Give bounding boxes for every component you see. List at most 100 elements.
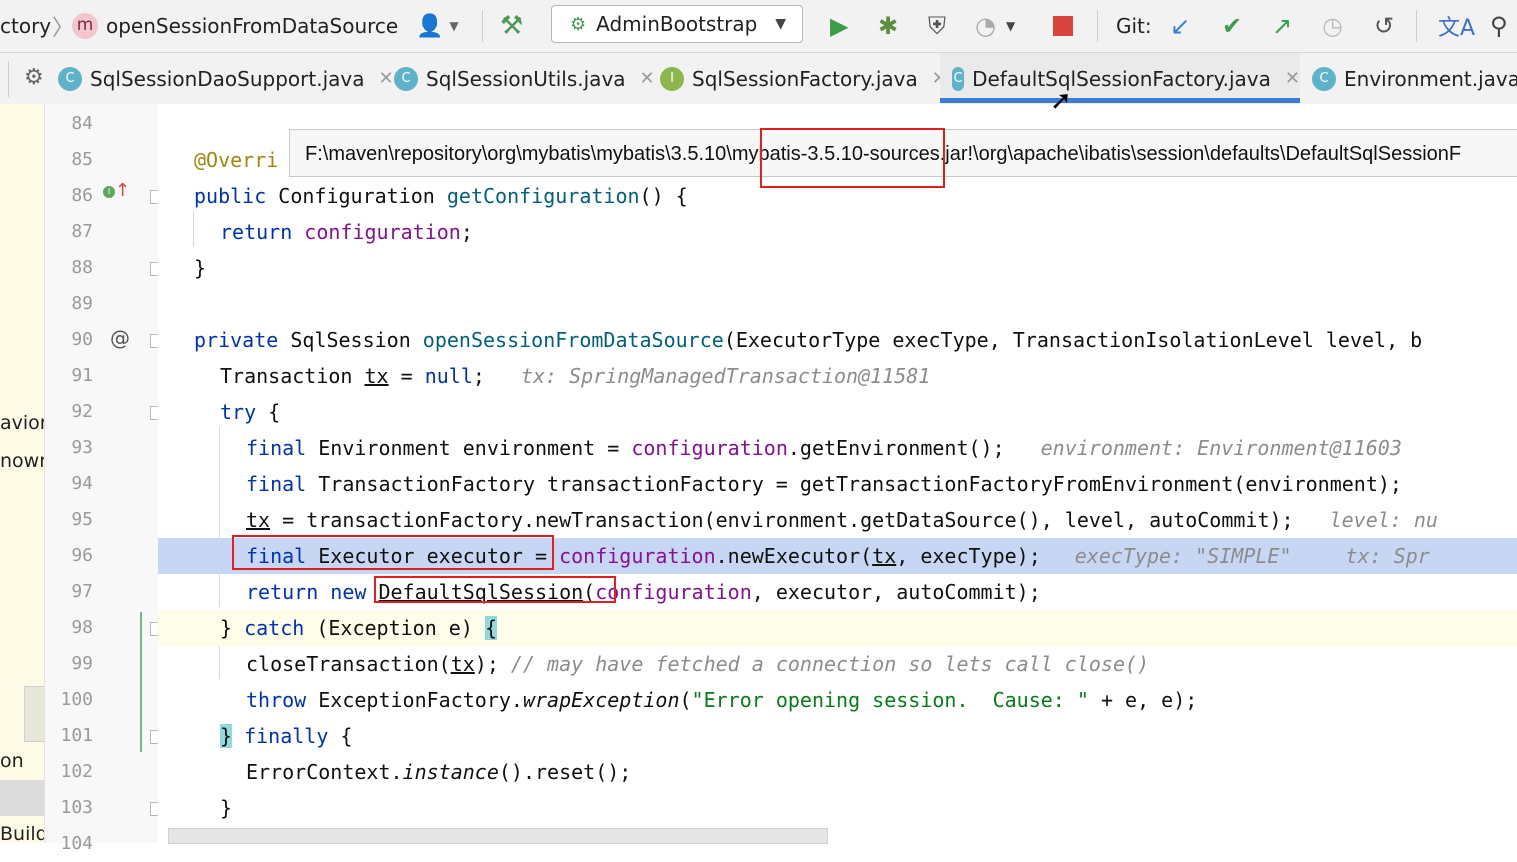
line-number: 95 [71, 509, 93, 530]
line-number: 93 [71, 437, 93, 458]
code-line-95: tx = transactionFactory.newTransaction(e… [158, 502, 1517, 538]
run-config-label: AdminBootstrap [596, 12, 758, 36]
translate-icon[interactable]: 文A [1438, 0, 1475, 52]
code-text: ErrorContext. [246, 760, 403, 784]
close-icon[interactable]: ✕ [1285, 68, 1300, 89]
line-number: 98 [71, 617, 93, 638]
line-number: 94 [71, 473, 93, 494]
code-text: } [220, 616, 245, 640]
overrides-arrow-icon[interactable]: ↑ [115, 180, 130, 201]
line-number: 92 [71, 401, 93, 422]
user-icon[interactable]: 👤 ▼ [416, 0, 459, 52]
string-literal: "Error opening session. Cause: " [691, 688, 1089, 712]
annotation: @Overri [194, 148, 279, 172]
tab-label: SqlSessionUtils.java [426, 66, 626, 91]
class-icon: C [58, 66, 82, 91]
line-number: 89 [71, 293, 93, 314]
debug-icon[interactable]: ✱ [878, 0, 898, 52]
line-number: 96 [71, 545, 93, 566]
line-number: 87 [71, 221, 93, 242]
annotation-box-executor [232, 535, 554, 570]
coverage-icon[interactable]: ⛨ [928, 0, 946, 52]
history-icon[interactable]: ◷ [1322, 0, 1343, 52]
code-text: ; [460, 220, 473, 244]
line-number: 88 [71, 257, 93, 278]
code-text: .newExecutor( [715, 544, 873, 568]
gear-icon[interactable]: ⚙ [24, 65, 44, 90]
keyword: return [220, 220, 305, 244]
comment: // may have fetched a connection so lets… [510, 652, 1150, 676]
code-line-93: final Environment environment = configur… [158, 430, 1517, 466]
keyword: private [194, 328, 291, 352]
mouse-pointer-icon: ➚ [1050, 86, 1072, 116]
toolbar-divider [482, 10, 483, 42]
keyword: null [424, 364, 473, 388]
active-tab-indicator [940, 98, 1300, 103]
code-text: , execType); [896, 544, 1041, 568]
method-name: openSessionFromDataSource [422, 328, 724, 352]
close-icon[interactable]: ✕ [640, 68, 655, 89]
recursive-call-icon[interactable]: @ [110, 326, 130, 350]
git-push-icon[interactable]: ↗ [1272, 0, 1292, 52]
variable: tx [450, 652, 475, 676]
code-line-90: private SqlSession openSessionFromDataSo… [158, 322, 1517, 358]
matched-brace: { [484, 616, 497, 640]
selected-tool-row[interactable] [0, 780, 44, 816]
field: configuration [631, 436, 788, 460]
keyword: final [246, 436, 319, 460]
code-line-103: } [158, 790, 1517, 826]
git-commit-icon[interactable]: ✔ [1222, 0, 1242, 52]
breadcrumb-separator: 〉 [52, 16, 75, 41]
vcs-change-marker [140, 612, 142, 752]
tab-label: SqlSessionFactory.java [692, 66, 918, 91]
tab-defaultsqlsessionfactory[interactable]: C DefaultSqlSessionFactory.java ✕ [940, 53, 1300, 104]
debug-inline-value: tx: Spr [1345, 544, 1430, 568]
debug-inline-value: environment: Environment@11603 [1040, 436, 1402, 460]
field: configuration [304, 220, 461, 244]
code-line-97: return new DefaultSqlSession(configurati… [158, 574, 1517, 610]
class-icon: C [394, 66, 418, 91]
tab-sqlsessionfactory[interactable]: I SqlSessionFactory.java ✕ [660, 53, 947, 104]
close-icon[interactable]: ✕ [378, 68, 393, 89]
tab-sqlsessiondaosupport[interactable]: C SqlSessionDaoSupport.java ✕ [58, 53, 394, 104]
side-scrollbar[interactable] [24, 686, 44, 742]
breadcrumb-method[interactable]: openSessionFromDataSource [106, 0, 398, 52]
tool-window-text: nowr [0, 450, 45, 472]
keyword: try [220, 400, 257, 424]
git-update-icon[interactable]: ↙ [1170, 0, 1190, 52]
line-number: 99 [71, 653, 93, 674]
search-icon[interactable]: ⚲ [1490, 0, 1508, 52]
code-text: = [388, 364, 425, 388]
horizontal-scrollbar[interactable] [168, 828, 828, 844]
implements-icon[interactable]: I [103, 186, 115, 198]
run-config-icon: ⚙ [570, 13, 587, 35]
tool-window-button-build[interactable]: Build [0, 823, 44, 843]
line-number: 86 [71, 185, 93, 206]
profile-icon[interactable]: ◔ ▼ [975, 0, 1015, 52]
field: configuration [595, 580, 752, 604]
interface-icon: I [660, 66, 684, 91]
code-editor[interactable]: @Overri public Configuration getConfigur… [158, 104, 1517, 843]
tab-sqlsessionutils[interactable]: C SqlSessionUtils.java ✕ [394, 53, 655, 104]
run-icon[interactable]: ▶ [830, 0, 848, 52]
build-hammer-icon[interactable]: ⚒ [500, 0, 523, 52]
keyword: throw [246, 688, 319, 712]
line-number: 91 [71, 365, 93, 386]
tab-environment[interactable]: C Environment.java [1312, 53, 1517, 104]
static-method: wrapException [522, 688, 680, 712]
code-text: closeTransaction( [246, 652, 451, 676]
code-text: (Exception e) [304, 616, 485, 640]
stop-icon[interactable] [1053, 0, 1073, 52]
line-number: 102 [60, 761, 93, 782]
tab-divider [8, 61, 9, 97]
static-method: instance [402, 760, 499, 784]
run-configuration-selector[interactable]: ⚙ AdminBootstrap ▼ [551, 5, 803, 43]
breadcrumb-class[interactable]: ctory [0, 0, 51, 52]
line-number: 97 [71, 581, 93, 602]
code-line-98-caret: } catch (Exception e) { [158, 610, 1517, 646]
variable: tx [872, 544, 897, 568]
keyword: return new [246, 580, 379, 604]
rollback-icon[interactable]: ↺ [1374, 0, 1394, 52]
code-line-88: } [158, 250, 1517, 286]
code-text: ; [472, 364, 485, 388]
